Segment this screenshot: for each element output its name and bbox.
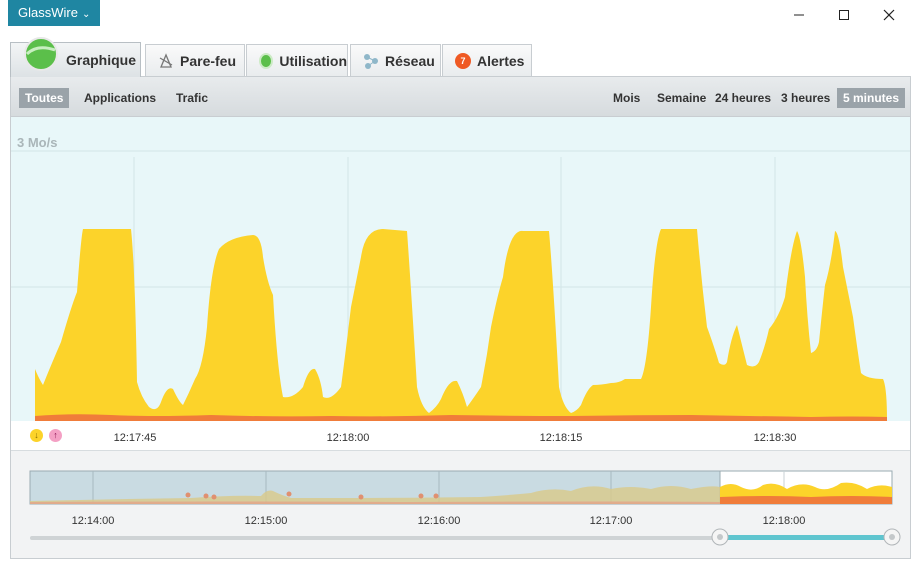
filter-bar: Toutes Applications Trafic Mois Semaine …	[11, 77, 910, 117]
graph-time-axis: ↓ ↑ 12:17:45 12:18:00 12:18:15 12:18:30	[11, 421, 910, 451]
chevron-down-icon: ⌄	[81, 9, 91, 20]
maximize-button[interactable]	[821, 0, 867, 30]
maximize-icon	[839, 10, 849, 20]
overview-upload-area	[30, 501, 720, 504]
alert-icon: 7	[455, 52, 471, 69]
tab-label: Alertes	[477, 52, 525, 69]
overview-time-label: 12:15:00	[244, 515, 288, 527]
range-semaine-button[interactable]: Semaine	[651, 88, 712, 108]
timeline-track	[30, 536, 720, 540]
overview-time-label: 12:16:00	[417, 515, 461, 527]
alert-marker	[358, 494, 364, 500]
traffic-graph-canvas: 3 Mo/s	[11, 135, 910, 421]
tab-reseau[interactable]: Réseau	[350, 44, 441, 76]
time-label: 12:18:00	[326, 432, 370, 444]
overview-time-label: 12:14:00	[71, 515, 115, 527]
minimize-icon	[794, 14, 804, 16]
upload-legend-icon[interactable]: ↑	[49, 429, 62, 442]
alert-marker	[211, 494, 217, 500]
tab-label: Graphique	[66, 52, 137, 68]
traffic-graph[interactable]: 3 Mo/s	[11, 117, 910, 421]
overview-time-label: 12:18:00	[762, 515, 806, 527]
download-legend-icon[interactable]: ↓	[30, 429, 43, 442]
overview-time-label: 12:17:00	[589, 515, 633, 527]
alert-marker	[286, 491, 292, 497]
graph-panel: Toutes Applications Trafic Mois Semaine …	[10, 76, 911, 559]
time-label: 12:17:45	[113, 432, 157, 444]
title-bar: GlassWire ⌄	[0, 0, 921, 30]
graph-icon	[24, 37, 58, 71]
alert-marker	[418, 493, 424, 499]
alert-marker	[203, 493, 209, 499]
tab-label: Réseau	[385, 52, 435, 69]
filter-trafic-button[interactable]: Trafic	[170, 88, 214, 108]
app-name: GlassWire	[18, 5, 78, 20]
tab-label: Pare-feu	[180, 52, 237, 69]
usage-icon	[259, 52, 274, 69]
app-menu-button[interactable]: GlassWire ⌄	[8, 0, 101, 26]
network-icon	[364, 53, 378, 69]
range-3h-button[interactable]: 3 heures	[775, 88, 836, 108]
alert-marker	[433, 493, 439, 499]
minimize-button[interactable]	[776, 0, 822, 30]
handle-grip-icon	[889, 534, 895, 540]
timeline-selection-range[interactable]	[720, 535, 892, 540]
close-icon	[883, 9, 895, 21]
timeline-overview[interactable]: 12:14:00 12:15:00 12:16:00 12:17:00 12:1…	[11, 451, 910, 558]
filter-toutes-button[interactable]: Toutes	[19, 88, 70, 108]
tab-pare-feu[interactable]: Pare-feu	[145, 44, 245, 76]
tab-alertes[interactable]: 7 Alertes	[442, 44, 532, 76]
scale-label: 3 Mo/s	[17, 135, 57, 150]
firewall-icon	[159, 52, 173, 68]
range-24h-button[interactable]: 24 heures	[709, 88, 777, 108]
download-area	[35, 229, 887, 421]
close-button[interactable]	[866, 0, 912, 30]
timeline-overview-canvas	[29, 470, 901, 546]
tab-label: Utilisation	[279, 52, 347, 69]
overview-selected-upload-area	[720, 496, 892, 504]
tab-utilisation[interactable]: Utilisation	[246, 44, 348, 76]
handle-grip-icon	[717, 534, 723, 540]
range-mois-button[interactable]: Mois	[607, 88, 646, 108]
time-label: 12:18:30	[753, 432, 797, 444]
time-label: 12:18:15	[539, 432, 583, 444]
tab-graphique[interactable]: Graphique	[10, 37, 141, 77]
filter-applications-button[interactable]: Applications	[78, 88, 162, 108]
range-5min-button[interactable]: 5 minutes	[837, 88, 906, 108]
alert-marker	[185, 492, 191, 498]
